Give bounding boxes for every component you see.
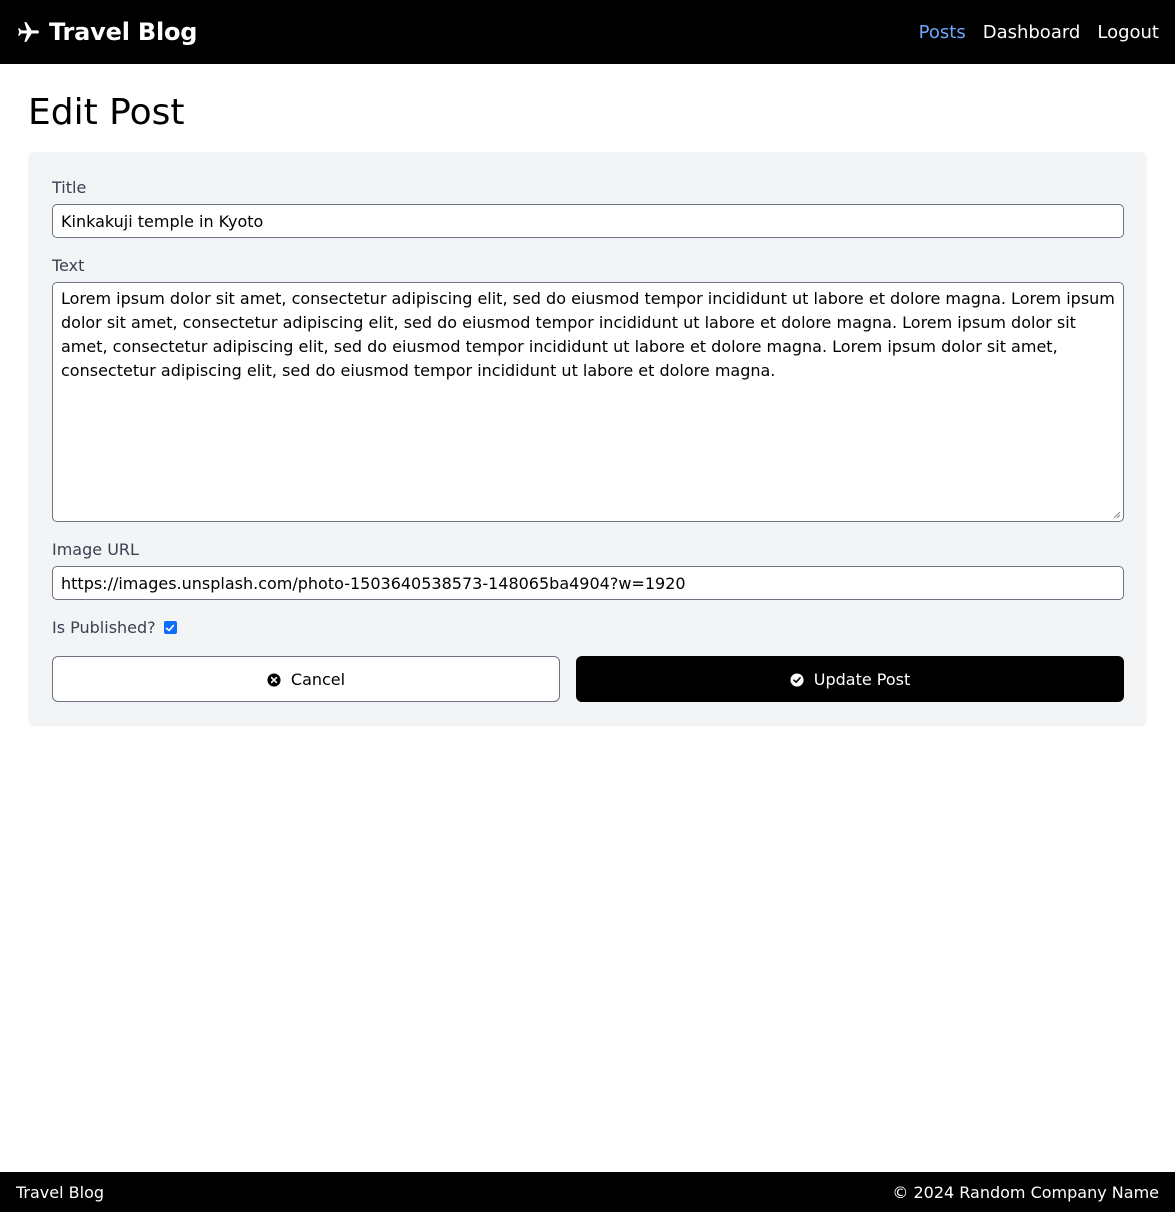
text-label: Text (52, 256, 85, 275)
brand[interactable]: Travel Blog (16, 18, 197, 46)
nav-link-dashboard[interactable]: Dashboard (983, 22, 1081, 43)
cancel-button[interactable]: Cancel (52, 656, 560, 702)
published-checkbox[interactable] (163, 621, 177, 634)
checkmark-icon (166, 624, 175, 631)
footer: Travel Blog © 2024 Random Company Name (0, 1172, 1175, 1212)
plane-icon (16, 20, 41, 45)
resize-grip-icon[interactable] (1113, 511, 1121, 519)
page-title: Edit Post (28, 92, 185, 133)
circle-check-icon (790, 672, 804, 687)
brand-title: Travel Blog (49, 18, 198, 46)
text-content: Lorem ipsum dolor sit amet, consectetur … (61, 289, 1115, 380)
published-label: Is Published? (52, 618, 156, 637)
footer-brand: Travel Blog (16, 1182, 105, 1202)
published-row: Is Published? (52, 618, 177, 637)
image-url-input[interactable]: https://images.unsplash.com/photo-150364… (52, 566, 1124, 600)
nav-link-posts[interactable]: Posts (919, 22, 966, 43)
update-post-button[interactable]: Update Post (576, 656, 1124, 702)
image-url-label: Image URL (52, 540, 139, 559)
title-label: Title (52, 178, 87, 197)
footer-copyright: © 2024 Random Company Name (892, 1182, 1159, 1202)
update-label: Update Post (813, 669, 911, 689)
navbar: Travel Blog Posts Dashboard Logout (0, 0, 1175, 64)
circle-x-icon (267, 672, 281, 687)
cancel-label: Cancel (290, 669, 346, 689)
nav-links: Posts Dashboard Logout (919, 22, 1159, 43)
nav-link-logout[interactable]: Logout (1097, 22, 1159, 43)
text-textarea[interactable]: Lorem ipsum dolor sit amet, consectetur … (52, 282, 1124, 522)
title-input[interactable]: Kinkakuji temple in Kyoto (52, 204, 1124, 238)
edit-post-form: Title Kinkakuji temple in Kyoto Text Lor… (28, 152, 1147, 726)
